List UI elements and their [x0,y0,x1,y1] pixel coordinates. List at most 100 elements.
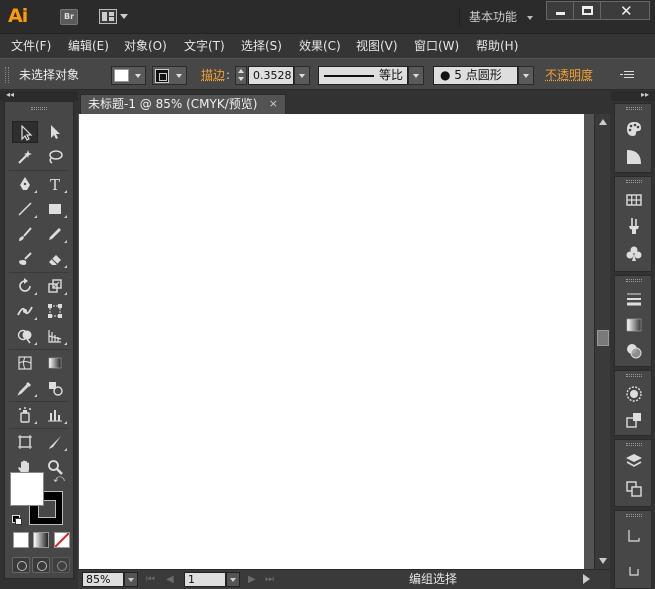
menu-edit[interactable]: 编辑(E) [68,38,109,54]
menu-select[interactable]: 选择(S) [241,38,282,54]
layers-panel-button[interactable] [625,452,643,470]
symbol-sprayer-tool[interactable] [12,404,38,426]
maximize-button[interactable] [573,1,601,20]
menu-file[interactable]: 文件(F) [11,38,51,54]
draw-behind-button[interactable] [32,557,50,573]
fill-swatch-large[interactable] [10,472,44,506]
canvas-area[interactable] [78,114,594,569]
brush-dropdown[interactable] [518,66,534,85]
rectangle-tool[interactable] [42,198,68,220]
zoom-dropdown[interactable] [124,572,138,587]
artboards-panel-button[interactable] [625,480,643,498]
fill-color-dropdown[interactable] [111,66,146,85]
paintbrush-tool[interactable] [12,223,38,245]
eyedropper-tool[interactable] [12,377,38,399]
artboard-tool[interactable] [12,431,38,453]
panel-group-grip[interactable] [626,279,642,282]
workspace-switcher[interactable]: 基本功能 [459,7,539,27]
control-panel-menu-icon[interactable] [620,68,634,82]
rotate-tool[interactable] [12,275,38,297]
scale-tool[interactable] [42,275,68,297]
draw-normal-button[interactable] [12,557,30,573]
last-artboard-icon[interactable]: ⏭ [265,574,274,585]
collapse-toolbox-icon[interactable]: ◂◂ [6,90,14,99]
brush-definition[interactable]: ● 5 点圆形 [433,66,518,85]
scroll-down-icon[interactable] [599,558,607,564]
appearance-panel-button[interactable] [625,385,643,403]
panel-group-grip[interactable] [626,514,642,517]
slice-tool[interactable] [42,431,68,453]
previous-artboard-icon[interactable]: ◀ [166,574,174,585]
stroke-panel-button[interactable] [625,290,643,308]
eraser-tool[interactable] [42,248,68,270]
gradient-panel-button[interactable] [625,316,643,334]
gradient-mode-button[interactable] [33,532,49,548]
color-panel-button[interactable] [625,120,643,138]
panel-group-grip[interactable] [626,374,642,377]
paragraph-panel-button[interactable] [625,563,643,581]
menu-window[interactable]: 窗口(W) [414,38,459,54]
brushes-button[interactable] [625,217,643,235]
minimize-button[interactable] [546,1,574,20]
menu-effect[interactable]: 效果(C) [299,38,341,54]
selection-tool[interactable] [12,121,38,143]
swap-fill-stroke-icon[interactable]: ⤺ [53,472,65,486]
character-panel-button[interactable] [625,527,643,545]
pencil-tool[interactable] [42,223,68,245]
blend-tool[interactable] [42,377,68,399]
stroke-weight-dropdown[interactable] [294,66,310,85]
menu-object[interactable]: 对象(O) [124,38,167,54]
mesh-tool[interactable] [12,352,38,374]
status-menu-icon[interactable] [583,574,590,584]
expand-panels-icon[interactable]: ▸▸ [641,90,649,99]
close-button[interactable]: ✕ [600,1,650,20]
none-mode-button[interactable] [54,532,70,548]
blob-brush-tool[interactable] [12,248,38,270]
gradient-tool[interactable] [42,352,68,374]
direct-selection-tool[interactable] [42,121,68,143]
control-bar-grip[interactable] [5,67,9,83]
panel-group-grip[interactable] [626,107,642,110]
stroke-panel-link[interactable]: 描边 [201,67,225,83]
lasso-tool[interactable] [42,146,68,168]
default-fill-stroke-icon[interactable] [12,515,22,525]
document-tab[interactable]: 未标题-1 @ 85% (CMYK/预览) × [80,94,286,114]
menu-help[interactable]: 帮助(H) [476,38,518,54]
stroke-weight-stepper[interactable] [235,66,247,85]
panel-group-grip[interactable] [626,443,642,446]
stroke-color-dropdown[interactable] [152,66,187,85]
panel-group-grip[interactable] [626,180,642,183]
pen-tool[interactable] [12,173,38,195]
free-transform-tool[interactable] [42,300,68,322]
width-tool[interactable] [12,300,38,322]
shape-builder-tool[interactable] [12,325,38,347]
artboard-number-input[interactable]: 1 [184,572,226,587]
stroke-weight-input[interactable]: 0.3528 [248,66,294,85]
graphic-styles-button[interactable] [625,411,643,429]
bridge-button[interactable]: Br [60,9,78,25]
type-tool[interactable]: T [42,173,68,195]
column-graph-tool[interactable] [42,404,68,426]
first-artboard-icon[interactable]: ⏮ [146,574,155,585]
menu-type[interactable]: 文字(T) [184,38,225,54]
profile-dropdown[interactable] [408,66,424,85]
current-tool-status[interactable]: 编组选择 [283,571,583,587]
magic-wand-tool[interactable] [12,146,38,168]
arrange-documents-button[interactable] [99,9,129,25]
next-artboard-icon[interactable]: ▶ [248,574,256,585]
color-guide-button[interactable] [625,148,643,166]
artboard[interactable] [79,114,584,569]
swatches-button[interactable] [625,191,643,209]
draw-inside-button[interactable] [52,557,70,573]
perspective-grid-tool[interactable] [42,325,68,347]
close-tab-icon[interactable]: × [269,95,278,113]
artboard-dropdown[interactable] [226,572,240,587]
transparency-panel-button[interactable] [625,342,643,360]
symbols-button[interactable] [625,245,643,263]
line-segment-tool[interactable] [12,198,38,220]
color-mode-button[interactable] [13,532,29,548]
scroll-up-icon[interactable] [599,119,607,125]
toolbox-grip[interactable] [31,107,47,110]
variable-width-profile[interactable]: 等比 [318,66,408,85]
vertical-scrollbar[interactable] [594,114,610,569]
